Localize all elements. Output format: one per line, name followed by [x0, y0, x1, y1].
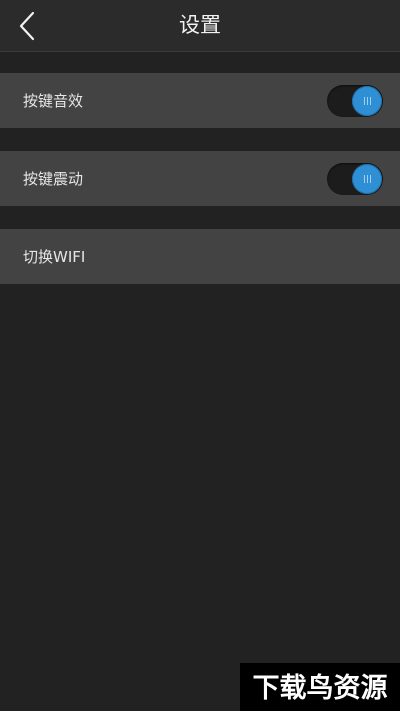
key-sound-toggle[interactable] [327, 85, 383, 117]
setting-row-key-sound[interactable]: 按键音效 [0, 73, 400, 128]
setting-row-key-vibration[interactable]: 按键震动 [0, 151, 400, 206]
toggle-knob [352, 86, 382, 116]
setting-row-switch-wifi[interactable]: 切换WIFI [0, 229, 400, 284]
toggle-knob [352, 164, 382, 194]
key-vibration-toggle[interactable] [327, 163, 383, 195]
setting-label-switch-wifi: 切换WIFI [23, 248, 86, 266]
setting-label-key-sound: 按键音效 [23, 92, 84, 110]
grip-icon [363, 175, 371, 183]
setting-label-key-vibration: 按键震动 [23, 170, 84, 188]
watermark-logo: 下载鸟资源 [240, 663, 400, 711]
page-title: 设置 [179, 13, 221, 37]
title-bar: 设置 [0, 0, 400, 52]
grip-icon [363, 97, 371, 105]
watermark-text: 下载鸟资源 [253, 672, 388, 704]
settings-screen: 设置 按键音效 按键震动 切换WIFI 下载鸟资源 [0, 0, 400, 711]
